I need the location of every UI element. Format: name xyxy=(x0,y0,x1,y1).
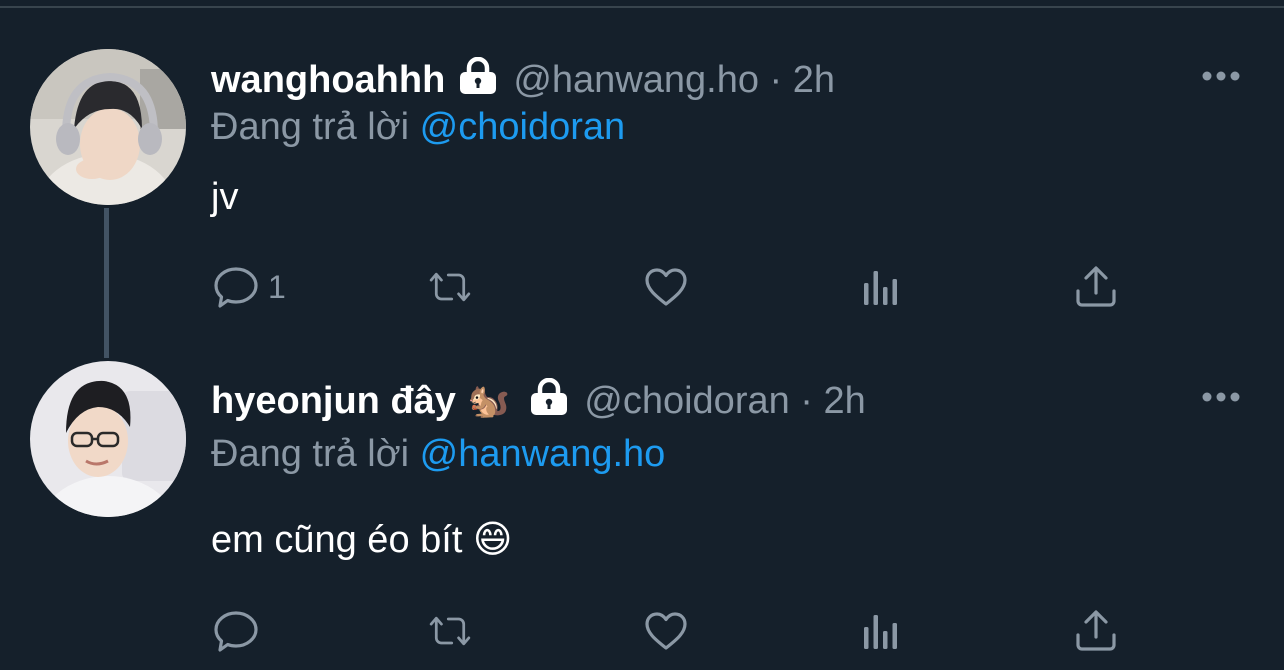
lock-icon xyxy=(528,377,570,421)
more-options-icon[interactable] xyxy=(1201,68,1241,84)
display-name[interactable]: wanghoahhh xyxy=(211,59,445,102)
handle-and-time[interactable]: @choidoran · 2h xyxy=(584,380,866,423)
retweet-icon xyxy=(429,272,471,302)
replying-to: Đang trả lời @hanwang.ho xyxy=(211,433,665,476)
lock-icon xyxy=(457,56,499,100)
like-icon xyxy=(645,612,687,650)
display-name[interactable]: hyeonjun đây xyxy=(211,380,456,423)
mention-link[interactable]: @hanwang.ho xyxy=(420,433,666,475)
tweet-actions: 1 xyxy=(0,262,1284,312)
reply-count: 1 xyxy=(268,268,286,305)
more-options-icon[interactable] xyxy=(1201,389,1241,405)
replying-to: Đang trả lời @choidoran xyxy=(211,106,625,149)
analytics-button[interactable] xyxy=(858,262,906,312)
handle-and-time[interactable]: @hanwang.ho · 2h xyxy=(513,59,835,102)
like-button[interactable] xyxy=(642,606,690,656)
tweet-header: wanghoahhh @hanwang.ho · 2h xyxy=(211,55,835,105)
share-button[interactable] xyxy=(1072,262,1120,312)
reply-icon xyxy=(214,267,258,308)
retweet-button[interactable] xyxy=(426,262,474,312)
like-icon xyxy=(645,268,687,306)
replying-to-label: Đang trả lời xyxy=(211,106,410,148)
reply-button[interactable] xyxy=(212,606,268,656)
avatar-hyeonjun[interactable] xyxy=(30,361,186,517)
analytics-button[interactable] xyxy=(858,606,906,656)
share-button[interactable] xyxy=(1072,606,1120,656)
mention-link[interactable]: @choidoran xyxy=(420,106,625,148)
tweet-text: jv xyxy=(211,176,239,218)
analytics-icon xyxy=(864,615,897,649)
chipmunk-emoji: 🐿️ xyxy=(467,382,511,420)
reply-icon xyxy=(214,611,258,652)
analytics-icon xyxy=(864,271,897,305)
retweet-icon xyxy=(429,616,471,646)
retweet-button[interactable] xyxy=(426,606,474,656)
like-button[interactable] xyxy=(642,262,690,312)
tweet-text: em cũng éo bít 😄 xyxy=(211,519,513,561)
avatar-wanghoahhh[interactable] xyxy=(30,49,186,205)
replying-to-label: Đang trả lời xyxy=(211,433,410,475)
top-divider xyxy=(0,0,1284,8)
share-icon xyxy=(1076,610,1116,651)
tweet-actions xyxy=(0,606,1284,656)
tweet-header: hyeonjun đây 🐿️ @choidoran · 2h xyxy=(211,376,866,426)
reply-button[interactable]: 1 xyxy=(212,262,286,312)
share-icon xyxy=(1076,266,1116,307)
